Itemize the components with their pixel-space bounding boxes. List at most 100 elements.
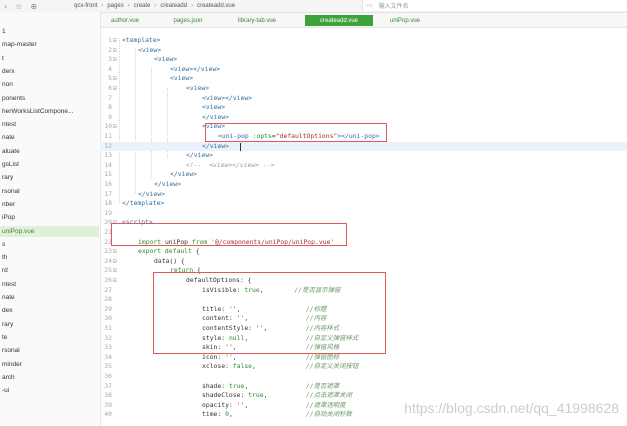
code-token: "defaultOptions": [275, 132, 338, 140]
sidebar-item[interactable]: herWorksListCompone...: [0, 106, 99, 117]
code-line[interactable]: 20 ⊟ <script>: [100, 218, 627, 227]
code-line[interactable]: 25 ⊟ return {: [100, 266, 627, 275]
code-line[interactable]: 24 ⊟ data() {: [100, 257, 627, 266]
line-number: 22: [104, 237, 112, 246]
code-line[interactable]: 31 contentStyle: '', //内容样式: [100, 324, 627, 333]
breadcrumb-item[interactable]: createadd: [160, 3, 187, 9]
sidebar-item[interactable]: dex: [0, 305, 99, 316]
code-token: '': [255, 324, 264, 332]
sidebar-item[interactable]: uniPop.vue: [0, 225, 99, 237]
sidebar-item[interactable]: te: [0, 332, 99, 343]
tab-unipop-vue[interactable]: uniPop.vue: [385, 15, 425, 26]
code-line[interactable]: 37 shade: true, //是否遮罩: [100, 382, 627, 391]
code-line[interactable]: 7 <view></view>: [100, 94, 627, 103]
code-line[interactable]: 13 </view>: [100, 151, 627, 160]
code-token: true: [248, 391, 264, 400]
sidebar-item[interactable]: gsList: [0, 159, 99, 170]
code-text: shade: true, //是否遮罩: [202, 382, 339, 391]
code-line[interactable]: 17 </view>: [100, 190, 627, 199]
code-line[interactable]: 2 ⊟ <view>: [100, 46, 627, 55]
sidebar-item[interactable]: derx: [0, 66, 99, 77]
code-editor[interactable]: 1 ⊟ <template> 2 ⊟ <view> 3 ⊟ <view> 4 <view></vie…: [100, 28, 627, 426]
code-line[interactable]: 18 </template>: [100, 199, 627, 208]
sidebar-item[interactable]: map-master: [0, 39, 99, 50]
fold-toggle-icon[interactable]: ⊟: [113, 218, 119, 227]
sidebar-item[interactable]: t: [0, 53, 99, 64]
code-line[interactable]: 19: [100, 209, 627, 218]
tab-author-vue[interactable]: author.vue: [102, 15, 148, 26]
code-token: return: [170, 266, 194, 275]
code-line[interactable]: 12 </view>: [100, 141, 627, 151]
fold-toggle-icon[interactable]: ⊟: [113, 46, 119, 55]
code-line[interactable]: 9 </view>: [100, 113, 627, 122]
code-line[interactable]: 36: [100, 372, 627, 381]
fold-toggle-icon[interactable]: ⊟: [113, 84, 119, 93]
code-token: </template>: [122, 199, 165, 208]
code-line[interactable]: 33 skin: '', //弹窗风格: [100, 343, 627, 352]
code-line[interactable]: 21: [100, 228, 627, 237]
code-line[interactable]: 23 ⊟ export default {: [100, 247, 627, 256]
sidebar-item[interactable]: s: [0, 239, 99, 250]
code-line[interactable]: 32 style: null, //自定义弹窗样式: [100, 334, 627, 343]
code-line[interactable]: 16 </view>: [100, 180, 627, 189]
code-line[interactable]: 26 ⊟ defaultOptions: {: [100, 276, 627, 285]
sidebar-item[interactable]: rsonal: [0, 186, 99, 197]
code-line[interactable]: 27 isVisible: true, //是否显示弹窗: [100, 286, 627, 295]
code-line[interactable]: 8 <view>: [100, 103, 627, 112]
sidebar-item[interactable]: rary: [0, 319, 99, 330]
sidebar-item[interactable]: th: [0, 252, 99, 263]
code-line[interactable]: 30 content: '', //内容: [100, 314, 627, 323]
code-line[interactable]: 29 title: '', //标题: [100, 305, 627, 314]
sidebar-item-label: 1: [2, 28, 6, 35]
sidebar-item[interactable]: nber: [0, 199, 99, 210]
sidebar-item[interactable]: 1: [0, 26, 99, 37]
sidebar-item[interactable]: -ui: [0, 385, 99, 396]
code-line[interactable]: 11 <uni-pop :opts="defaultOptions"></uni-…: [100, 132, 627, 141]
fold-toggle-icon[interactable]: ⊟: [113, 55, 119, 64]
sidebar-item[interactable]: ntest: [0, 279, 99, 290]
fold-toggle-icon[interactable]: ⊟: [113, 247, 119, 256]
code-line[interactable]: 1 ⊟ <template>: [100, 36, 627, 45]
breadcrumb-item[interactable]: createadd.vue: [197, 3, 235, 9]
fold-toggle-icon[interactable]: ⊟: [113, 276, 119, 285]
code-line[interactable]: 3 ⊟ <view>: [100, 55, 627, 64]
fold-toggle-icon[interactable]: ⊟: [113, 257, 119, 266]
fold-toggle-icon[interactable]: ⊟: [113, 36, 119, 45]
fold-toggle-icon[interactable]: ⊟: [113, 266, 119, 275]
breadcrumb-item[interactable]: create: [134, 3, 151, 9]
code-line[interactable]: 10 ⊟ <view>: [100, 122, 627, 131]
sidebar-item[interactable]: ponents: [0, 93, 99, 104]
breadcrumb-item[interactable]: qcx-front: [74, 3, 97, 9]
fold-toggle-icon[interactable]: ⊟: [113, 74, 119, 83]
sidebar-item[interactable]: rsonal: [0, 345, 99, 356]
code-line[interactable]: 35 xclose: false, //自定义关闭按钮: [100, 362, 627, 371]
code-line[interactable]: 4 <view></view>: [100, 65, 627, 74]
code-line[interactable]: 6 ⊟ <view>: [100, 84, 627, 93]
sidebar-item[interactable]: rd: [0, 265, 99, 276]
code-line[interactable]: 14 <!-- <view></view> -->: [100, 161, 627, 170]
forward-arrow-icon[interactable]: ›: [4, 2, 7, 11]
breadcrumb-item[interactable]: pages: [107, 3, 123, 9]
sidebar-item[interactable]: nate: [0, 132, 99, 143]
code-line[interactable]: 5 ⊟ <view>: [100, 74, 627, 83]
code-line[interactable]: 22 import uniPop from '@/components/uniPo…: [100, 238, 627, 247]
sidebar-item[interactable]: aluate: [0, 146, 99, 157]
tab-library-tab-vue[interactable]: library-tab.vue: [233, 15, 281, 26]
code-line[interactable]: 28: [100, 295, 627, 304]
line-number: 16: [104, 180, 112, 188]
sidebar-item[interactable]: rary: [0, 172, 99, 183]
sidebar-item[interactable]: minder: [0, 359, 99, 370]
sidebar-item[interactable]: non: [0, 79, 99, 90]
sidebar-item[interactable]: iPop: [0, 212, 99, 223]
code-line[interactable]: 34 icon: '', //弹窗图标: [100, 353, 627, 362]
tab-pages-json[interactable]: pages.json: [168, 15, 208, 26]
sidebar-item[interactable]: arch: [0, 372, 99, 383]
sidebar-item[interactable]: ntest: [0, 119, 99, 130]
star-icon[interactable]: ☆: [15, 2, 22, 11]
fold-toggle-icon[interactable]: ⊟: [113, 122, 119, 131]
file-search-input[interactable]: ▭ 输入文件名: [362, 0, 627, 11]
sidebar-item[interactable]: nate: [0, 292, 99, 303]
tab-createadd-vue[interactable]: createadd.vue: [305, 15, 373, 26]
browser-icon[interactable]: ⊕: [30, 2, 37, 11]
code-line[interactable]: 15 </view>: [100, 170, 627, 179]
